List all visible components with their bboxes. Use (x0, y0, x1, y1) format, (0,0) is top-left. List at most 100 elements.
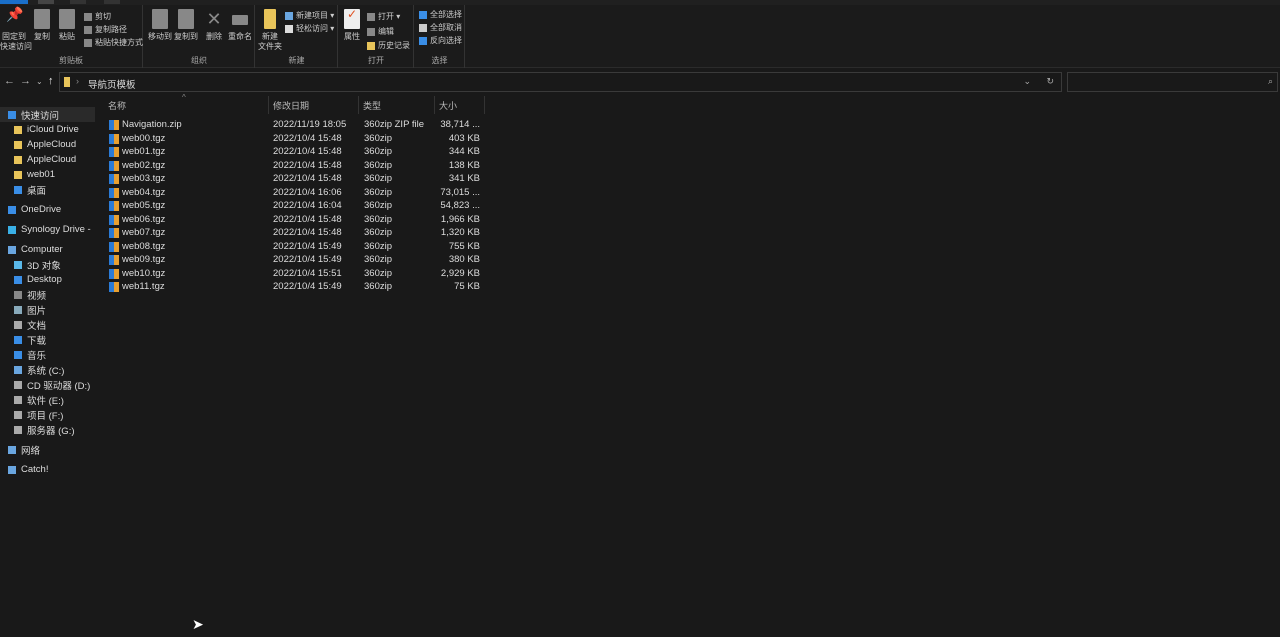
rename-button[interactable]: 重命名 (227, 9, 253, 42)
sidebar-item[interactable]: 视频 (0, 287, 95, 302)
file-date: 2022/10/4 15:48 (273, 132, 342, 144)
file-row[interactable]: web06.tgz 2022/10/4 15:48 360zip 1,966 K… (96, 214, 496, 228)
file-row[interactable]: web05.tgz 2022/10/4 16:04 360zip 54,823 … (96, 200, 496, 214)
file-row[interactable]: web08.tgz 2022/10/4 15:49 360zip 755 KB (96, 241, 496, 255)
sidebar-item[interactable]: Desktop (0, 272, 95, 287)
sidebar-item[interactable]: AppleCloud (0, 152, 95, 167)
file-row[interactable]: web03.tgz 2022/10/4 15:48 360zip 341 KB (96, 173, 496, 187)
sidebar-item[interactable]: web01 (0, 167, 95, 182)
copy-path-icon (84, 25, 92, 34)
new-item-button[interactable]: 新建项目 ▾ (285, 10, 334, 21)
file-row[interactable]: Navigation.zip 2022/11/19 18:05 360zip Z… (96, 119, 496, 133)
easy-access-button[interactable]: 轻松访问 ▾ (285, 23, 334, 34)
select-all-button[interactable]: 全部选择 (419, 9, 462, 20)
sidebar-item[interactable]: 服务器 (G:) (0, 422, 95, 437)
new-folder-button[interactable]: 新建 文件夹 (258, 9, 282, 52)
sidebar-item[interactable]: 系统 (C:) (0, 362, 95, 377)
file-date: 2022/10/4 15:49 (273, 240, 342, 252)
cut-button[interactable]: 剪切 (84, 11, 111, 22)
column-header-size[interactable]: 大小 (435, 96, 485, 114)
history-icon (367, 41, 375, 50)
file-row[interactable]: web00.tgz 2022/10/4 15:48 360zip 403 KB (96, 133, 496, 147)
navigation-pane[interactable]: 快速访问 iCloud Drive AppleCloud AppleCloud web0… (0, 96, 95, 637)
paste-icon (59, 9, 75, 29)
column-header-name[interactable]: 名称 ^ (96, 93, 269, 114)
folder-icon (264, 9, 276, 29)
sidebar-item-label: 文档 (27, 320, 47, 332)
sidebar-item[interactable]: OneDrive (0, 202, 95, 217)
up-arrow-icon[interactable]: ↑ (48, 75, 54, 87)
sidebar-item[interactable]: 软件 (E:) (0, 392, 95, 407)
sidebar-item[interactable]: CD 驱动器 (D:) (0, 377, 95, 392)
tab-view[interactable] (104, 0, 120, 4)
column-header-date[interactable]: 修改日期 (269, 96, 359, 114)
file-row[interactable]: web04.tgz 2022/10/4 16:06 360zip 73,015 … (96, 187, 496, 201)
paste-shortcut-button[interactable]: 粘贴快捷方式 (84, 37, 143, 48)
file-name: web03.tgz (122, 173, 166, 184)
select-none-button[interactable]: 全部取消 (419, 22, 462, 33)
copy-button[interactable]: 复制 (32, 9, 52, 42)
search-icon: ⌕ (1267, 76, 1273, 86)
delete-button[interactable]: ✕ 删除 (204, 9, 224, 42)
sidebar-item-label: web01 (27, 169, 55, 180)
sidebar-item[interactable]: 图片 (0, 302, 95, 317)
file-date: 2022/10/4 15:51 (273, 267, 342, 279)
forward-arrow-icon[interactable]: → (20, 75, 31, 87)
move-to-button[interactable]: 移动到 (147, 9, 173, 42)
properties-check-icon: ✓ (344, 8, 360, 29)
sidebar-item[interactable]: 音乐 (0, 347, 95, 362)
pin-quick-access-button[interactable]: 📌 固定到 快速访问 (0, 7, 32, 52)
properties-button[interactable]: ✓ 属性 (342, 8, 362, 42)
file-row[interactable]: web07.tgz 2022/10/4 15:48 360zip 1,320 K… (96, 227, 496, 241)
tab-home[interactable] (38, 0, 54, 4)
column-header-type[interactable]: 类型 (359, 96, 435, 114)
file-row[interactable]: web01.tgz 2022/10/4 15:48 360zip 344 KB (96, 146, 496, 160)
file-type: 360zip (364, 159, 392, 171)
sidebar-item[interactable]: 桌面 (0, 182, 95, 197)
address-dropdown-icon[interactable]: ⌄ (1023, 76, 1031, 87)
file-row[interactable]: web02.tgz 2022/10/4 15:48 360zip 138 KB (96, 160, 496, 174)
sidebar-item[interactable]: 网络 (0, 442, 95, 457)
sidebar-item-label: 软件 (E:) (27, 395, 64, 407)
search-input[interactable]: ⌕ (1067, 72, 1278, 92)
sidebar-item[interactable]: 文档 (0, 317, 95, 332)
back-arrow-icon[interactable]: ← (4, 75, 15, 87)
copy-to-button[interactable]: 复制到 (173, 9, 199, 42)
sidebar-item[interactable]: Synology Drive - (0, 222, 95, 237)
refresh-icon[interactable]: ↻ (1046, 76, 1054, 87)
sidebar-item[interactable]: 项目 (F:) (0, 407, 95, 422)
file-row[interactable]: web10.tgz 2022/10/4 15:51 360zip 2,929 K… (96, 268, 496, 282)
invert-selection-button[interactable]: 反向选择 (419, 35, 462, 46)
sidebar-item[interactable]: Computer (0, 242, 95, 257)
sidebar-item[interactable]: Catch! (0, 462, 95, 477)
sidebar-item[interactable]: AppleCloud (0, 137, 95, 152)
sidebar-item[interactable]: 下载 (0, 332, 95, 347)
file-size: 75 KB (454, 281, 480, 292)
file-type: 360zip (364, 240, 392, 252)
recent-chevron-icon[interactable]: ⌄ (36, 77, 43, 86)
file-type: 360zip (364, 267, 392, 279)
file-size: 1,320 KB (440, 227, 480, 238)
file-size: 73,015 ... (440, 186, 480, 198)
sidebar-item[interactable]: iCloud Drive (0, 122, 95, 137)
file-row[interactable]: web11.tgz 2022/10/4 15:49 360zip 75 KB (96, 281, 496, 295)
file-name: Navigation.zip (122, 119, 182, 130)
copy-path-button[interactable]: 复制路径 (84, 24, 127, 35)
address-input[interactable]: › 导航页模板 ⌄ ↻ (59, 72, 1062, 92)
cloud-icon (8, 205, 16, 214)
sidebar-item[interactable]: 快速访问 (0, 107, 95, 122)
file-size: 54,823 ... (440, 200, 480, 211)
sidebar-item[interactable]: 3D 对象 (0, 257, 95, 272)
file-date: 2022/10/4 15:48 (273, 227, 342, 238)
open-button[interactable]: 打开 ▾ (367, 11, 400, 22)
tab-share[interactable] (70, 0, 86, 4)
easy-access-icon (285, 24, 293, 33)
breadcrumb-current[interactable]: 导航页模板 (88, 77, 136, 91)
file-row[interactable]: web09.tgz 2022/10/4 15:49 360zip 380 KB (96, 254, 496, 268)
sidebar-item-label: Desktop (27, 274, 62, 285)
edit-button[interactable]: 编辑 (367, 26, 394, 37)
history-button[interactable]: 历史记录 (367, 40, 410, 51)
paste-button[interactable]: 粘贴 (57, 9, 77, 42)
file-size: 1,966 KB (440, 213, 480, 225)
tab-file[interactable] (0, 0, 28, 4)
